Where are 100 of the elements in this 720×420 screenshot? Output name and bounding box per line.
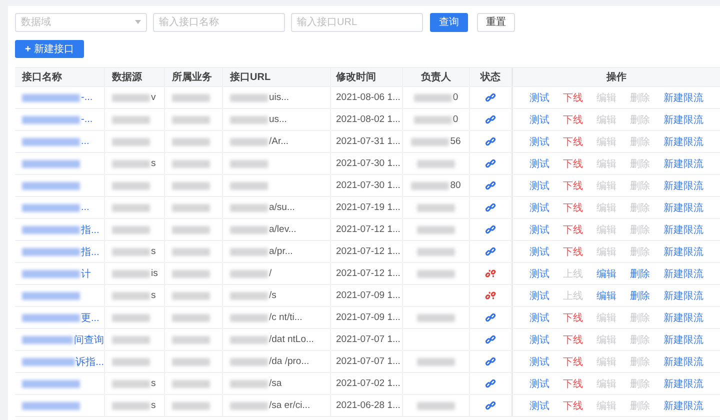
action-link[interactable]: 测试 bbox=[530, 134, 550, 148]
action-link[interactable]: 测试 bbox=[530, 178, 550, 192]
time-cell: 2021-08-02 1... bbox=[336, 114, 400, 125]
source-cell: is bbox=[151, 268, 158, 279]
column-header: 数据源 bbox=[105, 68, 165, 86]
action-link[interactable]: 编辑 bbox=[596, 266, 616, 280]
time-cell: 2021-07-30 1... bbox=[336, 158, 400, 169]
caret-icon bbox=[135, 20, 141, 24]
reset-button[interactable]: 重置 bbox=[477, 12, 515, 32]
action-link[interactable]: 下线 bbox=[563, 332, 584, 346]
action-link[interactable]: 新建限流 bbox=[663, 266, 704, 280]
action-link[interactable]: 测试 bbox=[530, 244, 550, 258]
action-link[interactable]: 删除 bbox=[630, 266, 650, 280]
action-link[interactable]: 下线 bbox=[563, 90, 584, 104]
new-interface-button[interactable]: + 新建接口 bbox=[15, 40, 84, 58]
time-cell: 2021-07-09 1... bbox=[336, 290, 400, 301]
url-cell: /da /pro... bbox=[269, 356, 310, 367]
column-header: 负责人 bbox=[403, 68, 470, 86]
action-link[interactable]: 下线 bbox=[563, 200, 584, 214]
source-cell: s bbox=[151, 290, 156, 301]
name-cell[interactable]: 间查询 bbox=[74, 332, 104, 346]
action-link[interactable]: 测试 bbox=[530, 266, 550, 280]
action-link[interactable]: 测试 bbox=[530, 112, 550, 126]
name-cell[interactable]: -... bbox=[81, 92, 93, 103]
action-link[interactable]: 新建限流 bbox=[663, 200, 704, 214]
action-link[interactable]: 下线 bbox=[563, 222, 584, 236]
action-link[interactable]: 新建限流 bbox=[663, 156, 704, 170]
owner-cell: 0 bbox=[452, 114, 458, 125]
name-cell[interactable]: ... bbox=[81, 202, 90, 213]
source-cell: s bbox=[151, 378, 156, 389]
action-link[interactable]: 下线 bbox=[563, 134, 584, 148]
query-button[interactable]: 查询 bbox=[430, 12, 468, 32]
url-cell: /s bbox=[269, 290, 276, 301]
action-link[interactable]: 下线 bbox=[563, 112, 584, 126]
action-link[interactable]: 下线 bbox=[563, 376, 584, 390]
name-cell[interactable]: 指... bbox=[81, 244, 100, 258]
action-link[interactable]: 下线 bbox=[563, 354, 584, 368]
source-cell: s bbox=[151, 158, 156, 169]
action-link[interactable]: 新建限流 bbox=[663, 354, 704, 368]
time-cell: 2021-07-19 1... bbox=[336, 202, 400, 213]
action-link[interactable]: 新建限流 bbox=[663, 288, 704, 302]
column-header: 接口名称 bbox=[15, 68, 105, 86]
name-cell[interactable]: 指... bbox=[81, 222, 100, 236]
url-cell: a/lev... bbox=[269, 224, 296, 235]
column-header: 接口URL bbox=[223, 68, 331, 86]
action-link[interactable]: 新建限流 bbox=[663, 310, 704, 324]
action-link[interactable]: 新建限流 bbox=[663, 376, 704, 390]
time-cell: 2021-07-09 1... bbox=[336, 312, 400, 323]
column-header: 修改时间 bbox=[331, 68, 403, 86]
action-link[interactable]: 测试 bbox=[530, 398, 550, 412]
action-link[interactable]: 新建限流 bbox=[663, 178, 704, 192]
time-cell: 2021-07-31 1... bbox=[336, 136, 400, 147]
owner-cell: 0 bbox=[452, 92, 458, 103]
action-link[interactable]: 下线 bbox=[563, 310, 584, 324]
action-link[interactable]: 新建限流 bbox=[663, 90, 704, 104]
time-cell: 2021-07-12 1... bbox=[336, 246, 400, 257]
name-cell[interactable]: -... bbox=[81, 114, 93, 125]
owner-cell: 80 bbox=[450, 180, 461, 191]
url-cell: uis... bbox=[269, 92, 290, 103]
name-cell[interactable]: 更... bbox=[81, 310, 100, 324]
time-cell: 2021-07-12 1... bbox=[336, 268, 400, 279]
column-header: 所属业务 bbox=[165, 68, 223, 86]
action-link[interactable]: 测试 bbox=[530, 354, 550, 368]
action-link[interactable]: 新建限流 bbox=[663, 112, 704, 126]
url-cell: a/pr... bbox=[269, 246, 293, 257]
action-link[interactable]: 新建限流 bbox=[663, 222, 704, 236]
url-cell: /c nt/ti... bbox=[269, 312, 302, 323]
name-cell[interactable]: 计 bbox=[81, 266, 91, 280]
action-link[interactable]: 新建限流 bbox=[663, 134, 704, 148]
action-link[interactable]: 删除 bbox=[630, 288, 650, 302]
action-link[interactable]: 测试 bbox=[530, 156, 550, 170]
column-header: 状态 bbox=[470, 68, 512, 86]
url-cell: a/su... bbox=[269, 202, 295, 213]
action-link[interactable]: 编辑 bbox=[596, 288, 616, 302]
action-link[interactable]: 下线 bbox=[563, 398, 584, 412]
action-link[interactable]: 新建限流 bbox=[663, 398, 704, 412]
url-cell: / bbox=[269, 268, 272, 279]
url-cell: /sa bbox=[269, 378, 282, 389]
url-cell: /sa er/ci... bbox=[269, 400, 310, 411]
url-cell: /Ar... bbox=[269, 136, 289, 147]
action-link[interactable]: 下线 bbox=[563, 156, 584, 170]
name-cell[interactable]: ... bbox=[81, 136, 90, 147]
column-header: 操作 bbox=[512, 68, 720, 86]
action-link[interactable]: 测试 bbox=[530, 90, 550, 104]
time-cell: 2021-07-07 1... bbox=[336, 356, 400, 367]
action-link[interactable]: 下线 bbox=[563, 244, 584, 258]
url-cell: /dat ntLo... bbox=[269, 334, 314, 345]
action-link[interactable]: 测试 bbox=[530, 332, 550, 346]
action-link[interactable]: 测试 bbox=[530, 288, 550, 302]
name-cell[interactable]: 诉指... bbox=[76, 354, 104, 368]
action-link[interactable]: 新建限流 bbox=[663, 332, 704, 346]
name-search-field[interactable]: 输入接口名称 bbox=[153, 12, 285, 32]
source-cell: v bbox=[151, 92, 156, 103]
action-link[interactable]: 测试 bbox=[530, 376, 550, 390]
action-link[interactable]: 测试 bbox=[530, 310, 550, 324]
action-link[interactable]: 测试 bbox=[530, 200, 550, 214]
action-link[interactable]: 下线 bbox=[563, 178, 584, 192]
url-search-field[interactable]: 输入接口URL bbox=[291, 12, 423, 32]
action-link[interactable]: 新建限流 bbox=[663, 244, 704, 258]
action-link[interactable]: 测试 bbox=[530, 222, 550, 236]
